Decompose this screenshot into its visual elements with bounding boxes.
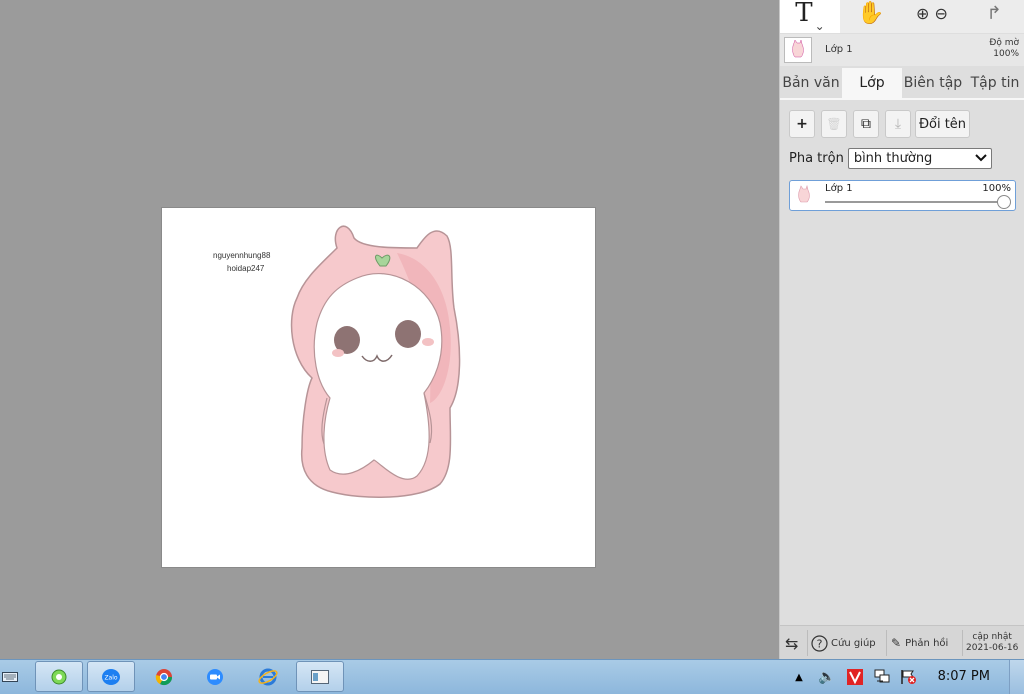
panel-tabs: Bản văn Lớp Biên tập Tập tin: [780, 68, 1024, 98]
tool-row: T ⌄ ✋ ⊕ ⊖ ↱: [780, 0, 1024, 33]
blend-mode-label: Pha trộn: [789, 150, 844, 166]
footer-divider: [886, 630, 887, 656]
zoom-tool-button[interactable]: ⊕ ⊖: [902, 0, 962, 33]
chevron-down-icon: ⌄: [814, 18, 825, 33]
tab-edit[interactable]: Biên tập: [902, 68, 964, 98]
redo-tool-button[interactable]: ↱: [963, 0, 1024, 33]
taskbar-zalo[interactable]: Zalo: [87, 661, 135, 692]
tab-text[interactable]: Bản văn: [780, 68, 842, 98]
chevron-down-icon: [975, 154, 987, 162]
text-tool-button[interactable]: T ⌄: [780, 0, 840, 33]
feedback-label: Phản hồi: [905, 637, 949, 649]
merge-layer-button[interactable]: ⤓: [885, 110, 911, 138]
action-center-flag-icon[interactable]: [898, 660, 920, 694]
help-button[interactable]: ? Cứu giúp: [811, 626, 876, 660]
taskbar: Zalo ▲ 🔈 8:07 PM: [0, 659, 1024, 694]
update-info: cập nhật 2021-06-16: [966, 626, 1018, 660]
network-icon[interactable]: [871, 660, 893, 694]
pencil-icon: ✎: [891, 636, 902, 650]
swap-icon[interactable]: ⇆: [785, 626, 798, 660]
blend-mode-value: bình thường: [853, 150, 933, 166]
redo-icon: ↱: [986, 3, 1002, 24]
drawing-canvas[interactable]: nguyennhung88 hoidap247: [162, 208, 595, 567]
workspace: nguyennhung88 hoidap247: [0, 0, 779, 659]
taskbar-clock[interactable]: 8:07 PM: [938, 669, 990, 684]
footer-divider: [807, 630, 808, 656]
layer-opacity-track[interactable]: [825, 201, 1003, 203]
taskbar-app-green[interactable]: [35, 661, 83, 692]
hand-tool-button[interactable]: ✋: [841, 0, 901, 33]
keyboard-icon[interactable]: [0, 660, 20, 694]
layer-thumbnail[interactable]: [784, 37, 812, 63]
help-icon: ?: [811, 634, 828, 652]
tab-divider: [780, 98, 1024, 100]
merge-down-icon: ⤓: [894, 116, 902, 132]
feedback-button[interactable]: ✎ Phản hồi: [891, 626, 948, 660]
chrome-icon[interactable]: [149, 660, 179, 694]
volume-icon[interactable]: 🔈: [816, 660, 838, 694]
zoom-app-icon[interactable]: [200, 660, 230, 694]
help-label: Cứu giúp: [831, 637, 876, 649]
svg-text:?: ?: [817, 637, 823, 650]
tab-file[interactable]: Tập tin: [966, 68, 1024, 98]
current-layer-header: Lớp 1 Độ mờ 100%: [780, 34, 1024, 66]
layer-item-opacity: 100%: [982, 183, 1011, 194]
zalo-icon: Zalo: [102, 668, 120, 685]
layer-item[interactable]: Lớp 1 100%: [789, 180, 1016, 211]
show-hidden-icons-icon[interactable]: ▲: [792, 660, 806, 694]
opacity-label: Độ mờ: [989, 38, 1019, 48]
trash-icon: 🗑: [826, 117, 842, 131]
zoom-icon: ⊕ ⊖: [916, 4, 948, 23]
delete-layer-button[interactable]: 🗑: [821, 110, 847, 138]
antivirus-icon[interactable]: [845, 660, 865, 694]
window-icon: [311, 669, 329, 684]
rename-layer-button[interactable]: Đổi tên: [915, 110, 970, 138]
text-tool-icon: T: [795, 0, 813, 28]
show-desktop-button[interactable]: [1009, 660, 1024, 694]
opacity-readout: Độ mờ 100%: [989, 38, 1019, 60]
tools-panel: T ⌄ ✋ ⊕ ⊖ ↱ Lớp 1 Độ mờ 100% Bản văn Lớp…: [779, 0, 1024, 660]
blend-mode-select[interactable]: bình thường: [847, 147, 992, 169]
duplicate-icon: ⧉: [861, 116, 871, 132]
add-layer-button[interactable]: +: [789, 110, 815, 138]
hand-icon: ✋: [857, 1, 885, 26]
bunny-drawing: [290, 225, 461, 498]
internet-explorer-icon[interactable]: [253, 660, 283, 694]
update-label: cập nhật: [972, 632, 1012, 642]
plus-icon: +: [796, 116, 808, 132]
duplicate-layer-button[interactable]: ⧉: [853, 110, 879, 138]
tab-layers[interactable]: Lớp: [842, 68, 902, 98]
blend-mode-row: Pha trộn bình thường: [789, 146, 992, 170]
update-date: 2021-06-16: [966, 643, 1019, 653]
layer-opacity-slider-handle[interactable]: [997, 195, 1011, 209]
current-layer-name: Lớp 1: [825, 44, 853, 55]
footer-divider: [962, 630, 963, 656]
svg-text:Zalo: Zalo: [104, 674, 117, 681]
layer-item-name: Lớp 1: [825, 183, 853, 194]
layer-item-thumbnail: [798, 185, 810, 203]
opacity-value: 100%: [993, 49, 1019, 59]
panel-footer: ⇆ ? Cứu giúp ✎ Phản hồi cập nhật 2021-06…: [780, 625, 1024, 660]
app-green-icon: [51, 669, 67, 684]
taskbar-window[interactable]: [296, 661, 344, 692]
